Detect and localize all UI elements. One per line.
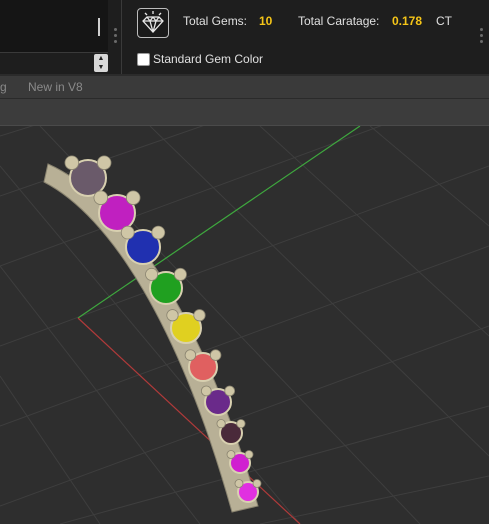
gem-prong [173,267,187,281]
gem-prong [64,155,80,170]
gem-prong [151,225,166,240]
value-input-field[interactable] [0,0,108,53]
viewport-scene [0,126,489,524]
text-cursor [98,18,100,36]
total-caratage-label: Total Caratage: [298,14,380,28]
gem-prong [226,450,236,459]
total-gems-value: 10 [259,14,273,28]
gem-prong [93,190,109,205]
value-spinner[interactable]: ▲ ▼ [94,54,108,72]
gem-prong [209,349,222,361]
tab-bar: g New in V8 [0,76,489,99]
tab-partial[interactable]: g [0,80,7,94]
viewport-header [0,99,489,126]
panel-divider [121,0,122,74]
gem-prong [145,267,159,281]
diamond-icon [137,8,169,38]
gem-prong [252,479,262,488]
standard-gem-color-label[interactable]: Standard Gem Color [153,52,263,66]
gem-prong [125,190,141,205]
tab-new-in-v8[interactable]: New in V8 [28,80,83,94]
gem-prong [200,385,212,397]
panel-grip-icon-right[interactable] [480,28,484,48]
toolbar-panel: ▲ ▼ Total Gems: 10 Total Caratage: 0.178… [0,0,489,74]
caratage-unit: CT [436,14,452,28]
gem-prong [234,479,244,488]
gem-prong [96,155,112,170]
gem-prong [236,419,246,429]
panel-grip-icon[interactable] [114,28,118,48]
ring-band [43,163,259,513]
gem-prong [120,225,135,240]
total-gems-label: Total Gems: [183,14,248,28]
gem-prong [193,309,206,322]
total-caratage-value: 0.178 [392,14,423,28]
gem-prong [224,385,236,397]
gem-prong [216,419,226,429]
gem-prong [184,349,197,361]
3d-viewport[interactable] [0,126,489,524]
standard-gem-color-checkbox[interactable] [137,53,150,66]
spinner-down-icon[interactable]: ▼ [94,63,108,72]
spinner-up-icon[interactable]: ▲ [94,54,108,63]
gem-prong [166,309,179,322]
gem-prong [244,450,254,459]
